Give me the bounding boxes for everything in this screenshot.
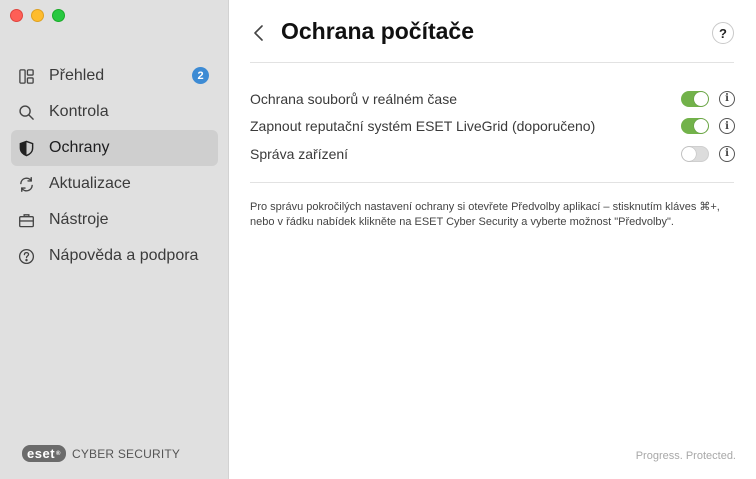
settings-list: Ochrana souborů v reálném čase i Zapnout… [250,85,735,168]
sidebar-item-ochrany[interactable]: Ochrany [11,130,218,166]
info-icon[interactable]: i [719,118,735,135]
chevron-left-icon [254,25,263,41]
refresh-icon [17,175,35,193]
toggle-knob [694,91,708,106]
sidebar-item-napoveda[interactable]: Nápověda a podpora [11,238,218,274]
setting-label: Zapnout reputační systém ESET LiveGrid (… [250,118,596,135]
setting-label: Ochrana souborů v reálném čase [250,90,457,107]
sidebar-item-label: Přehled [49,67,105,84]
back-button[interactable] [249,22,269,44]
toggle-knob [682,146,696,161]
zoom-window-button[interactable] [52,9,65,22]
info-icon[interactable]: i [719,90,735,107]
app-window: Přehled 2 Kontrola Ochrany Aktualizace N… [0,0,756,479]
sidebar-item-prehled[interactable]: Přehled 2 [11,58,218,94]
sidebar-item-label: Kontrola [49,103,109,120]
setting-row-livegrid: Zapnout reputační systém ESET LiveGrid (… [250,113,735,141]
realtime-protection-toggle[interactable] [681,90,709,107]
brand: eset ® CYBER SECURITY [22,445,180,462]
device-control-toggle[interactable] [681,145,709,162]
sidebar: Přehled 2 Kontrola Ochrany Aktualizace N… [0,0,229,479]
sidebar-item-label: Aktualizace [49,175,131,192]
shield-icon [17,139,35,157]
close-window-button[interactable] [10,9,23,22]
search-icon [17,103,35,121]
page-title: Ochrana počítače [281,18,475,44]
sidebar-nav: Přehled 2 Kontrola Ochrany Aktualizace N… [11,58,218,274]
main-panel: Ochrana počítače ? Ochrana souborů v reá… [229,0,756,479]
footer-tagline: Progress. Protected. [635,450,736,462]
toggle-knob [694,119,708,134]
sidebar-item-label: Nápověda a podpora [49,247,199,264]
sidebar-item-kontrola[interactable]: Kontrola [11,94,218,130]
dashboard-icon [17,67,35,85]
sidebar-item-aktualizace[interactable]: Aktualizace [11,166,218,202]
help-circle-icon [17,247,35,265]
setting-row-realtime: Ochrana souborů v reálném čase i [250,85,735,113]
sidebar-item-label: Nástroje [49,211,109,228]
sidebar-item-nastroje[interactable]: Nástroje [11,202,218,238]
livegrid-toggle[interactable] [681,118,709,135]
info-icon[interactable]: i [719,145,735,162]
eset-logo: eset ® [22,445,66,462]
preferences-note: Pro správu pokročilých nastavení ochrany… [250,201,720,228]
divider [250,62,734,63]
help-button[interactable]: ? [712,22,734,44]
setting-row-device-control: Správa zařízení i [250,140,735,168]
divider [250,182,734,183]
minimize-window-button[interactable] [31,9,44,22]
briefcase-icon [17,211,35,229]
window-controls [10,9,65,22]
setting-label: Správa zařízení [250,145,349,162]
sidebar-item-label: Ochrany [49,139,110,156]
product-name: CYBER SECURITY [71,446,181,461]
notification-badge: 2 [192,67,209,84]
